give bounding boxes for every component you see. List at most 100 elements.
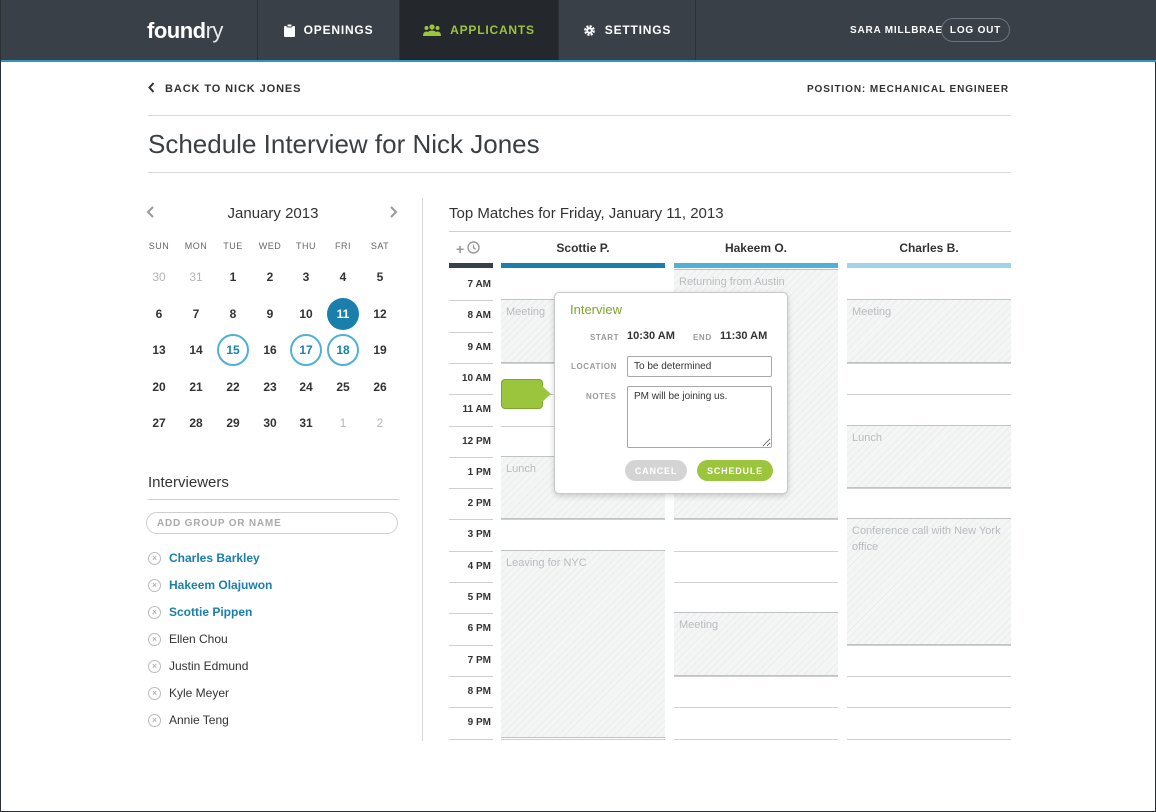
remove-icon[interactable]: ×	[148, 551, 161, 565]
tab-applicants[interactable]: APPLICANTS	[399, 0, 558, 60]
calendar-day[interactable]: 2	[254, 261, 286, 293]
time-column-bar	[449, 263, 493, 268]
hour-line	[449, 331, 493, 333]
busy-block[interactable]: Lunch	[847, 424, 1011, 489]
location-input[interactable]	[627, 356, 772, 377]
plus-icon: +	[456, 241, 465, 257]
calendar-day[interactable]: 26	[364, 371, 396, 403]
busy-block[interactable]: Leaving for NYC	[501, 549, 665, 739]
calendar-day[interactable]: 30	[143, 261, 175, 293]
calendar-day[interactable]: 1	[327, 407, 359, 439]
busy-block-label: Conference call with New York office	[852, 525, 1001, 554]
busy-block[interactable]: Meeting	[847, 299, 1011, 363]
remove-icon[interactable]: ×	[148, 578, 161, 592]
calendar-day[interactable]: 20	[143, 371, 175, 403]
remove-icon[interactable]: ×	[148, 659, 161, 673]
calendar-day[interactable]: 21	[180, 371, 212, 403]
calendar-day[interactable]: 9	[254, 298, 286, 330]
start-time[interactable]: 10:30 AM	[627, 330, 675, 342]
hour-line	[449, 550, 493, 552]
calendar-day[interactable]: 16	[254, 334, 286, 366]
chevron-left-icon	[148, 82, 155, 96]
calendar-day[interactable]: 17	[290, 334, 322, 367]
calendar-day[interactable]: 23	[254, 371, 286, 403]
add-time-button[interactable]: +	[456, 241, 480, 257]
position-label: POSITION: MECHANICAL ENGINEER	[806, 84, 1009, 95]
calendar-day[interactable]: 19	[364, 334, 396, 366]
time-label: 9 AM	[467, 341, 491, 353]
calendar-day[interactable]: 29	[217, 407, 249, 439]
end-time[interactable]: 11:30 AM	[720, 330, 767, 342]
calendar-day[interactable]: 7	[180, 298, 212, 330]
calendar-day[interactable]: 13	[143, 334, 175, 366]
start-label: START	[590, 333, 620, 342]
busy-block[interactable]: Meeting	[674, 612, 838, 676]
busy-block[interactable]: Conference call with New York office	[847, 518, 1011, 645]
tab-openings-label: OPENINGS	[303, 23, 374, 37]
tab-settings-label: SETTINGS	[604, 23, 672, 37]
calendar-day[interactable]: 14	[180, 334, 212, 366]
people-icon	[423, 24, 442, 36]
tab-applicants-label: APPLICANTS	[450, 23, 535, 37]
calendar-day[interactable]: 4	[327, 261, 359, 293]
hour-line	[501, 738, 665, 740]
interviewer-name: Charles Barkley	[169, 551, 260, 565]
interviewer-name: Ellen Chou	[169, 632, 228, 646]
cancel-button[interactable]: CANCEL	[625, 460, 687, 481]
calendar-day[interactable]: 5	[364, 261, 396, 293]
interviewer-item[interactable]: × Hakeem Olajuwon	[148, 576, 272, 594]
interviewer-item[interactable]: × Scottie Pippen	[148, 603, 252, 621]
calendar-day[interactable]: 30	[254, 407, 286, 439]
back-link[interactable]: BACK TO NICK JONES	[148, 82, 301, 96]
hour-line	[847, 675, 1011, 677]
interviewer-item[interactable]: × Justin Edmund	[148, 657, 248, 675]
calendar-day[interactable]: 8	[217, 298, 249, 330]
column-color-bar	[674, 263, 838, 268]
user-name[interactable]: SARA MILLBRAE	[850, 25, 943, 36]
location-label: LOCATION	[571, 362, 617, 371]
interviewer-item[interactable]: × Ellen Chou	[148, 630, 228, 648]
notes-textarea[interactable]: PM will be joining us.	[627, 386, 772, 448]
calendar-day[interactable]: 31	[180, 261, 212, 293]
remove-icon[interactable]: ×	[148, 605, 161, 619]
calendar-day[interactable]: 3	[290, 261, 322, 293]
tab-settings[interactable]: SETTINGS	[558, 0, 696, 60]
tab-openings[interactable]: OPENINGS	[257, 0, 399, 60]
calendar-day[interactable]: 22	[217, 371, 249, 403]
calendar-day[interactable]: 15	[217, 334, 249, 367]
calendar-day[interactable]: 25	[327, 371, 359, 403]
calendar-day[interactable]: 31	[290, 407, 322, 439]
logout-button[interactable]: LOG OUT	[941, 18, 1010, 42]
calendar-day[interactable]: 12	[364, 298, 396, 330]
schedule-button[interactable]: SCHEDULE	[697, 460, 773, 481]
calendar-day[interactable]: 6	[143, 298, 175, 330]
calendar-day[interactable]: 1	[217, 261, 249, 293]
top-nav: foundry OPENINGS APPLICANTS SETTINGS SAR…	[1, 0, 1156, 62]
remove-icon[interactable]: ×	[148, 686, 161, 700]
time-label: 7 PM	[467, 654, 491, 666]
interviewers-title: Interviewers	[148, 474, 229, 491]
calendar-day[interactable]: 24	[290, 371, 322, 403]
calendar-next-button[interactable]	[388, 205, 400, 224]
interviewer-item[interactable]: × Charles Barkley	[148, 549, 260, 567]
hour-line	[847, 738, 1011, 740]
remove-icon[interactable]: ×	[148, 713, 161, 727]
hour-line	[674, 675, 838, 677]
interviewer-search-input[interactable]	[146, 512, 398, 534]
calendar-day[interactable]: 28	[180, 407, 212, 439]
divider	[449, 231, 1011, 232]
calendar-day[interactable]: 2	[364, 407, 396, 439]
calendar-day[interactable]: 11	[327, 297, 359, 330]
hour-line	[847, 488, 1011, 490]
interviewer-item[interactable]: × Kyle Meyer	[148, 684, 229, 702]
interviewer-item[interactable]: × Annie Teng	[148, 711, 229, 729]
remove-icon[interactable]: ×	[148, 632, 161, 646]
hour-line	[847, 707, 1011, 709]
busy-block-label: Meeting	[679, 619, 719, 632]
busy-block-label: Leaving for NYC	[506, 556, 587, 569]
selected-timeslot[interactable]	[501, 379, 551, 409]
logo[interactable]: foundry	[147, 18, 223, 44]
calendar-day[interactable]: 10	[290, 298, 322, 330]
calendar-day[interactable]: 27	[143, 407, 175, 439]
calendar-day[interactable]: 18	[327, 334, 359, 367]
